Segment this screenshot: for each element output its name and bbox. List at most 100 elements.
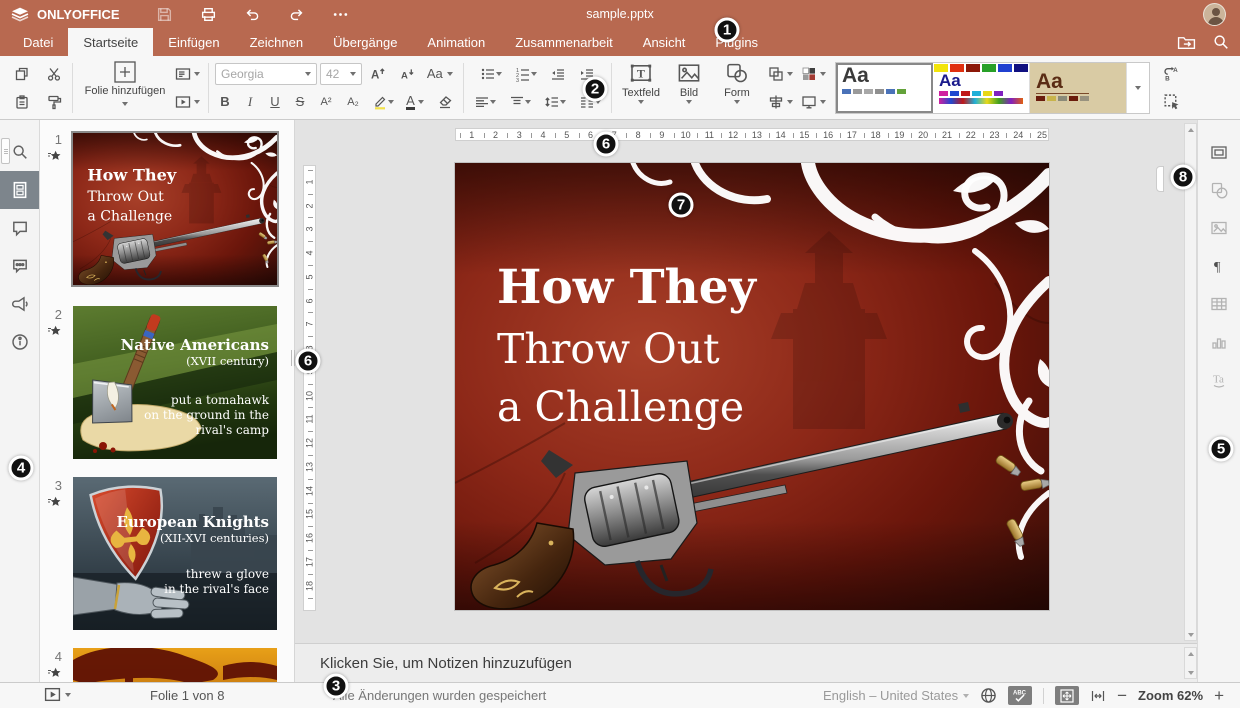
- font-name-select[interactable]: Georgia: [215, 63, 317, 85]
- textbox-label: Textfeld: [622, 87, 660, 99]
- horizontal-align-button[interactable]: [469, 89, 501, 115]
- slide-thumbnail-image[interactable]: [73, 648, 277, 682]
- about-button[interactable]: [0, 323, 39, 361]
- slide-thumbnail-image[interactable]: Native Americans (XVII century) put a to…: [73, 306, 277, 459]
- set-language-icon[interactable]: [980, 687, 997, 704]
- change-layout-button[interactable]: [172, 61, 203, 87]
- paste-button[interactable]: [9, 89, 35, 115]
- scrollbar-thumb[interactable]: [1, 138, 10, 164]
- underline-button[interactable]: U: [264, 89, 286, 115]
- format-painter-button[interactable]: [41, 89, 67, 115]
- paragraph-settings-button[interactable]: ¶: [1198, 247, 1240, 285]
- textart-settings-button[interactable]: Ta: [1198, 361, 1240, 399]
- theme-thumbnail-2[interactable]: Aa: [933, 63, 1030, 113]
- notes-scroll-down-button[interactable]: [1185, 667, 1196, 678]
- insert-image-button[interactable]: Bild: [665, 59, 713, 117]
- bold-button[interactable]: B: [214, 89, 236, 115]
- slide-thumbnail-image[interactable]: [71, 131, 279, 287]
- svg-text:Ta: Ta: [1213, 374, 1224, 386]
- tab-zusammenarbeit[interactable]: Zusammenarbeit: [500, 28, 628, 56]
- copy-button[interactable]: [9, 61, 35, 87]
- comments-panel-button[interactable]: [0, 209, 39, 247]
- transition-star-icon: [47, 325, 61, 343]
- font-size-select[interactable]: 42: [320, 63, 362, 85]
- chart-settings-button[interactable]: [1198, 323, 1240, 361]
- tab-animation[interactable]: Animation: [412, 28, 500, 56]
- slides-panel-button[interactable]: [0, 171, 39, 209]
- panel-collapse-handle[interactable]: [1156, 166, 1164, 192]
- arrange-shape-button[interactable]: [765, 61, 796, 87]
- fit-to-width-icon[interactable]: [1090, 688, 1106, 704]
- theme-gallery-expand-button[interactable]: [1127, 63, 1149, 113]
- open-file-location-icon[interactable]: [1177, 34, 1196, 51]
- notes-scroll-up-button[interactable]: [1185, 648, 1196, 659]
- notes-placeholder[interactable]: Klicken Sie, um Notizen hinzuzufügen: [320, 655, 572, 672]
- zoom-in-button[interactable]: +: [1214, 687, 1224, 704]
- image-settings-button[interactable]: [1198, 209, 1240, 247]
- feedback-button[interactable]: [0, 285, 39, 323]
- theme-thumbnail-1[interactable]: Aa: [836, 63, 933, 113]
- decrease-font-icon[interactable]: A: [394, 61, 420, 87]
- clear-style-button[interactable]: [432, 89, 458, 115]
- decrease-indent-button[interactable]: [545, 61, 571, 87]
- app-logo[interactable]: ONLYOFFICE: [0, 6, 130, 22]
- current-slide[interactable]: [455, 163, 1049, 610]
- vertical-align-button[interactable]: [504, 89, 536, 115]
- search-icon[interactable]: [1212, 33, 1230, 51]
- tab-startseite[interactable]: Startseite: [68, 28, 153, 56]
- chat-panel-button[interactable]: [0, 247, 39, 285]
- panel-resize-handle[interactable]: [291, 350, 295, 366]
- user-avatar[interactable]: [1203, 3, 1226, 26]
- start-slideshow-status-button[interactable]: [44, 687, 71, 702]
- superscript-button[interactable]: A²: [314, 89, 338, 115]
- notes-area[interactable]: Klicken Sie, um Notizen hinzuzufügen: [295, 643, 1197, 682]
- svg-text:T: T: [637, 66, 645, 80]
- scroll-down-button[interactable]: [1185, 629, 1196, 640]
- slide-size-button[interactable]: [798, 89, 829, 115]
- tab-einfügen[interactable]: Einfügen: [153, 28, 234, 56]
- insert-textbox-button[interactable]: T Textfeld: [617, 59, 665, 117]
- spell-check-button[interactable]: ABC: [1008, 686, 1032, 705]
- editing-canvas[interactable]: 1234567891011121314151617181920212223242…: [295, 120, 1197, 682]
- slide-settings-button[interactable]: [1198, 133, 1240, 171]
- replace-button[interactable]: AB: [1158, 61, 1184, 87]
- table-settings-button[interactable]: [1198, 285, 1240, 323]
- insert-shape-button[interactable]: Form: [713, 59, 761, 117]
- tab-ansicht[interactable]: Ansicht: [628, 28, 701, 56]
- notes-scrollbar[interactable]: [1184, 647, 1197, 679]
- tab-datei[interactable]: Datei: [8, 28, 68, 56]
- font-color-button[interactable]: A: [401, 89, 429, 115]
- numbering-button[interactable]: 123: [510, 61, 542, 87]
- svg-text:A: A: [1173, 67, 1178, 74]
- shape-settings-button[interactable]: [1198, 171, 1240, 209]
- callout-badge-1: 1: [715, 18, 740, 43]
- italic-button[interactable]: I: [239, 89, 261, 115]
- increase-font-icon[interactable]: A: [365, 61, 391, 87]
- line-spacing-button[interactable]: [539, 89, 571, 115]
- fit-to-slide-button[interactable]: [1055, 686, 1079, 705]
- subscript-button[interactable]: A₂: [341, 89, 365, 115]
- zoom-out-button[interactable]: −: [1117, 687, 1127, 704]
- slide-thumbnail-image[interactable]: European Knights (XII-XVI centuries) thr…: [73, 477, 277, 630]
- align-shape-button[interactable]: [765, 89, 796, 115]
- undo-icon[interactable]: [244, 6, 261, 23]
- strikethrough-button[interactable]: S: [289, 89, 311, 115]
- vertical-ruler[interactable]: 123456789101112131415161718: [303, 165, 316, 611]
- start-slideshow-button[interactable]: [172, 89, 203, 115]
- theme-thumbnail-3[interactable]: Aa: [1030, 63, 1127, 113]
- highlight-color-button[interactable]: [368, 89, 398, 115]
- tab-zeichnen[interactable]: Zeichnen: [235, 28, 318, 56]
- language-selector[interactable]: English – United States: [823, 688, 969, 703]
- vertical-scrollbar[interactable]: [1184, 123, 1197, 641]
- change-case-button[interactable]: Aa: [423, 61, 457, 87]
- add-slide-button[interactable]: Folie hinzufügen: [78, 59, 172, 117]
- bullets-button[interactable]: [475, 61, 507, 87]
- tab-übergänge[interactable]: Übergänge: [318, 28, 412, 56]
- cut-button[interactable]: [41, 61, 67, 87]
- save-icon[interactable]: [156, 6, 173, 23]
- horizontal-ruler[interactable]: 1234567891011121314151617181920212223242…: [455, 128, 1049, 141]
- print-icon[interactable]: [200, 6, 217, 23]
- scroll-up-button[interactable]: [1185, 124, 1196, 135]
- select-all-button[interactable]: [1158, 89, 1184, 115]
- color-scheme-button[interactable]: [798, 61, 829, 87]
